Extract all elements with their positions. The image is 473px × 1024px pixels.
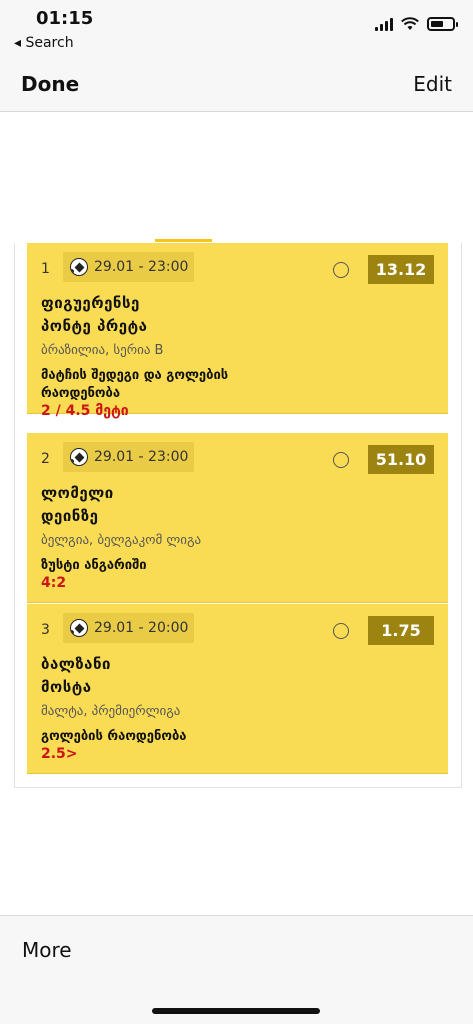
odds-badge[interactable]: 1.75	[368, 616, 434, 645]
datetime-text: 29.01 - 20:00	[94, 620, 189, 636]
datetime-text: 29.01 - 23:00	[94, 449, 189, 465]
more-button[interactable]: More	[22, 938, 72, 962]
select-radio[interactable]	[333, 262, 349, 278]
soccer-ball-icon	[70, 258, 88, 276]
status-icons	[375, 17, 458, 31]
soccer-ball-icon	[70, 619, 88, 637]
selected-pick: 4:2	[41, 575, 67, 591]
event-datetime: 29.01 - 20:00	[63, 613, 194, 643]
back-to-search-link[interactable]: ◂ Search	[14, 35, 74, 51]
home-team: ბალზანი	[41, 655, 111, 673]
home-indicator[interactable]	[152, 1008, 320, 1014]
market-name: გოლების რაოდენობა	[41, 729, 187, 744]
datetime-text: 29.01 - 23:00	[94, 259, 189, 275]
web-content: 1 29.01 - 23:00 13.12 ფიგუერენსე პონტე პ…	[0, 112, 473, 915]
home-team: ლომელი	[41, 484, 114, 502]
home-team: ფიგუერენსე	[41, 294, 140, 312]
bet-index: 3	[41, 622, 50, 638]
battery-icon	[427, 17, 458, 31]
done-button[interactable]: Done	[21, 72, 79, 96]
active-tab-indicator	[155, 239, 212, 242]
clock: 01:15	[36, 8, 94, 29]
bet-index: 1	[41, 261, 50, 277]
away-team: დეინზე	[41, 507, 99, 525]
select-radio[interactable]	[333, 623, 349, 639]
bet-list: 1 29.01 - 23:00 13.12 ფიგუერენსე პონტე პ…	[14, 243, 462, 788]
cellular-signal-icon	[375, 17, 393, 31]
selected-pick: 2.5>	[41, 746, 78, 762]
wifi-icon	[401, 17, 419, 31]
odds-badge[interactable]: 13.12	[368, 255, 434, 284]
bet-index: 2	[41, 451, 50, 467]
select-radio[interactable]	[333, 452, 349, 468]
away-team: პონტე პრეტა	[41, 317, 148, 335]
soccer-ball-icon	[70, 448, 88, 466]
bet-card: 3 29.01 - 20:00 1.75 ბალზანი მოსტა მალტა…	[27, 604, 448, 774]
event-datetime: 29.01 - 23:00	[63, 252, 194, 282]
away-team: მოსტა	[41, 678, 92, 696]
bottom-toolbar: More	[0, 915, 473, 1024]
event-datetime: 29.01 - 23:00	[63, 442, 194, 472]
league-name: მალტა, პრემიერლიგა	[41, 704, 181, 719]
league-name: ბრაზილია, სერია B	[41, 343, 164, 358]
status-bar: 01:15 ◂ Search	[0, 0, 473, 56]
market-name: მატჩის შედეგი და გოლების რაოდენობა	[41, 368, 229, 401]
bet-card: 1 29.01 - 23:00 13.12 ფიგუერენსე პონტე პ…	[27, 243, 448, 419]
bet-card: 2 29.01 - 23:00 51.10 ლომელი დეინზე ბელგ…	[27, 433, 448, 603]
league-name: ბელგია, ბელგაკომ ლიგა	[41, 533, 202, 548]
selected-pick: 2 / 4.5 მეტი	[41, 403, 129, 419]
market-name: ზუსტი ანგარიში	[41, 558, 147, 573]
edit-button[interactable]: Edit	[413, 72, 452, 96]
odds-badge[interactable]: 51.10	[368, 445, 434, 474]
navigation-bar: Done Edit	[0, 56, 473, 112]
